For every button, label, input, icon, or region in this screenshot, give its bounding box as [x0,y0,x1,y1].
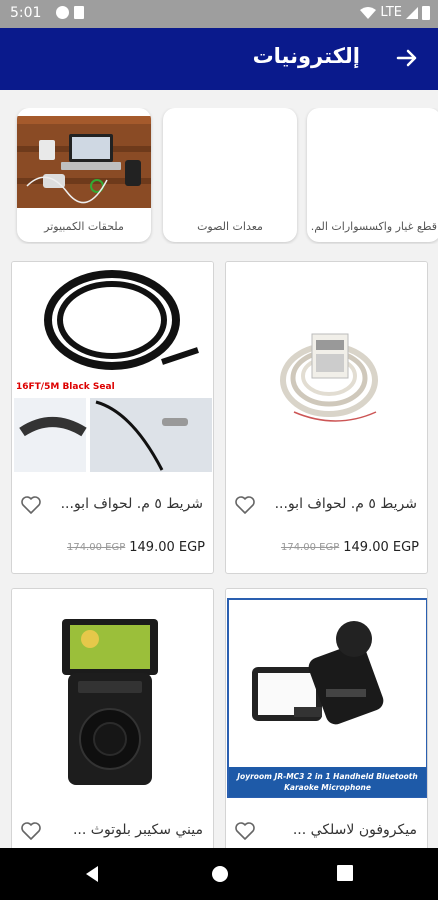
product-card[interactable]: شريط ٥ م. لحواف ابو... 174.00 EGP 149.00… [225,261,428,574]
product-image [12,589,213,807]
price-row: 174.00 EGP 149.00 EGP [67,540,205,555]
notification-icon [56,6,69,19]
status-bar: 5:01 LTE [0,0,438,28]
product-name: ميني سكيبر بلوتوث ... [72,822,203,838]
status-time: 5:01 [10,5,42,21]
heart-icon[interactable] [234,821,256,841]
category-label: معدات الصوت [197,220,263,233]
category-label: قطع غيار واكسسوارات الم... [311,220,437,233]
current-price: 149.00 EGP [343,540,419,555]
back-arrow-icon[interactable] [396,47,418,69]
category-card-computer-accessories[interactable]: ملحقات الكمبيوتر [17,108,151,242]
page-title: إلكترونيات [252,44,360,68]
heart-icon[interactable] [234,495,256,515]
current-price: 149.00 EGP [129,540,205,555]
heart-icon[interactable] [20,821,42,841]
nav-recents-icon[interactable] [337,865,353,881]
product-image [12,262,213,480]
old-price: 174.00 EGP [66,542,126,553]
nav-back-icon[interactable] [84,865,100,883]
category-card-audio-equipment[interactable]: معدات الصوت [163,108,297,242]
image-caption: 16FT/5M Black Seal [16,382,115,392]
status-right: LTE [360,5,430,20]
signal-icon [406,6,418,19]
system-nav-bar [0,848,438,900]
category-card-parts-accessories[interactable]: قطع غيار واكسسوارات الم... [307,108,438,242]
battery-icon [422,5,430,20]
price-row: 174.00 EGP 149.00 EGP [281,540,419,555]
product-image [226,262,427,480]
network-label: LTE [380,5,402,20]
product-name: شريط ٥ م. لحواف ابو... [60,496,203,512]
category-carousel[interactable]: ملحقات الكمبيوتر معدات الصوت قطع غيار وا… [0,108,438,244]
category-image [17,116,151,208]
old-price: 174.00 EGP [280,542,340,553]
sd-card-icon [74,6,84,19]
product-card[interactable]: 16FT/5M Black Seal شريط ٥ م. لحواف ابو..… [11,261,214,574]
product-name: شريط ٥ م. لحواف ابو... [274,496,417,512]
category-label: ملحقات الكمبيوتر [44,220,124,233]
nav-home-icon[interactable] [211,865,229,883]
wifi-icon [360,6,377,19]
product-name: ميكروفون لاسلكي ... [292,822,417,838]
heart-icon[interactable] [20,495,42,515]
image-caption: Joyroom JR-MC3 2 in 1 Handheld Bluetooth… [229,767,426,797]
status-icons [56,6,84,19]
app-bar: إلكترونيات [0,28,438,90]
